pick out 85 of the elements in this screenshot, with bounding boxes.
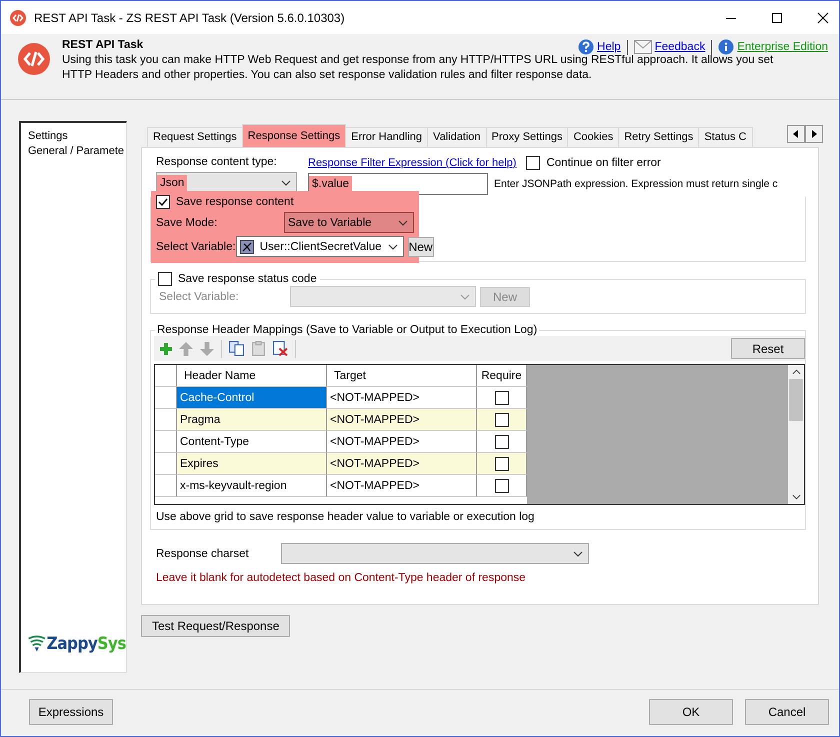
add-icon[interactable] [160,342,172,354]
sidebar-item[interactable]: General / Paramete [28,144,126,159]
table-cell: <NOT-MAPPED> [327,453,477,475]
variable-dropdown[interactable]: User::ClientSecretValue [236,236,404,257]
up-chevron-icon [792,369,800,375]
down-chevron-icon [792,494,800,500]
chevron-down-icon [388,244,398,250]
table-cell: <NOT-MAPPED> [327,409,477,431]
charset-note: Leave it blank for autodetect based on Content-Type header of response [155,571,527,584]
checkbox-label: Save response status code [178,273,317,285]
column-header: Require [477,365,527,387]
row-header[interactable] [155,453,177,475]
sidebar-item[interactable]: Settings [28,129,126,144]
header-link[interactable]: Help [597,41,621,53]
required-checkbox[interactable] [494,456,508,470]
grid-note: Use above grid to save response header value to variable or execution log [155,510,536,523]
field-label: Response charset [156,548,250,560]
column-header: Header Name [177,365,327,387]
required-checkbox[interactable] [494,478,508,492]
delete-icon[interactable] [273,341,288,356]
tab[interactable]: Response Settings [242,124,346,147]
test-request-button[interactable]: Test Request/Response [141,615,290,637]
required-checkbox[interactable] [494,412,508,426]
left-arrow-icon [793,130,799,138]
tab[interactable]: Request Settings [147,127,243,147]
ok-button[interactable]: OK [649,699,733,725]
table-cell: <NOT-MAPPED> [327,387,477,409]
row-header[interactable] [155,387,177,409]
chevron-down-icon [573,550,583,556]
chevron-down-icon [460,294,470,300]
column-header: Target [327,365,477,387]
vertical-scrollbar[interactable] [788,365,804,504]
expressions-button[interactable]: Expressions [29,699,113,725]
window-title: REST API Task - ZS REST API Task (Version 5.6.0.10303) [34,10,345,24]
chevron-down-icon [398,220,408,226]
variable-icon [240,240,254,254]
scroll-left-button[interactable] [787,125,805,143]
save-content-checkbox[interactable] [156,195,170,209]
table-cell[interactable]: x-ms-keyvault-region [177,475,327,497]
content-type-dropdown[interactable]: Json [156,172,297,193]
checkbox-label: Save response content [176,196,294,208]
code-logo-icon [18,43,50,75]
copy-icon[interactable] [229,341,244,356]
table-cell[interactable]: Expires [177,453,327,475]
field-label: Response content type: [156,156,278,168]
maximize-icon[interactable] [771,12,783,24]
dropdown-value: Save to Variable [287,216,373,230]
group-title: Response Header Mappings (Save to Variable or Output to Execution Log) [156,324,538,336]
chevron-down-icon [281,180,291,186]
brand-logo: ZappySys [46,634,126,654]
tab[interactable]: Status C [698,127,752,147]
required-checkbox[interactable] [494,434,508,448]
help-icon [578,39,594,55]
close-icon[interactable] [817,12,829,24]
field-label: Save Mode: [156,216,218,228]
new-variable-button[interactable]: New [408,236,434,256]
task-description: Using this task you can make HTTP Web Request and get response from any HTTP/HTTPS URL using RESTful approach. It allows you set HTTP Headers and other properties. You can also set response validation rules and filter response data. [62,53,774,83]
save-mode-dropdown[interactable]: Save to Variable [284,212,414,233]
table-cell[interactable]: Pragma [177,409,327,431]
table-cell[interactable]: Content-Type [177,431,327,453]
reset-button[interactable]: Reset [731,338,805,359]
table-cell: <NOT-MAPPED> [327,475,477,497]
dropdown-value: Json [157,174,188,190]
row-header[interactable] [155,431,177,453]
table-cell: <NOT-MAPPED> [327,431,477,453]
right-arrow-icon [811,130,817,138]
dropdown-value: User::ClientSecretValue [258,240,383,254]
row-header [155,365,177,387]
continue-checkbox[interactable] [526,156,540,170]
hint-text: Enter JSONPath expression. Expression must return single c [494,178,778,190]
scroll-right-button[interactable] [805,125,823,143]
task-title: REST API Task [62,39,144,51]
filter-help-link[interactable]: Response Filter Expression (Click for help) [308,157,516,169]
table-cell[interactable]: Cache-Control [177,387,327,409]
required-checkbox[interactable] [494,390,508,404]
field-label: Select Variable: [156,240,236,252]
row-header[interactable] [155,409,177,431]
row-header[interactable] [155,475,177,497]
app-icon [10,10,26,26]
header-link[interactable]: Feedback [654,41,706,53]
input-value: $.value [309,176,352,192]
checkbox-label: Continue on filter error [546,157,661,169]
cancel-button[interactable]: Cancel [745,699,829,725]
field-label: Select Variable: [159,290,240,302]
info-icon [718,39,734,55]
